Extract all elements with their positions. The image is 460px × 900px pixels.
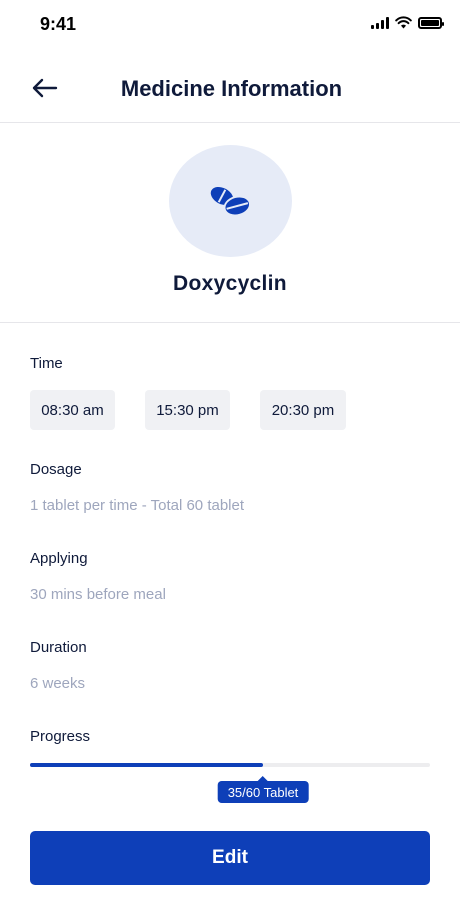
applying-value: 30 mins before meal [30, 586, 166, 603]
dosage-value: 1 tablet per time - Total 60 tablet [30, 497, 245, 514]
time-label: Time [30, 355, 63, 372]
progress-label: Progress [30, 728, 91, 745]
header: Medicine Information [0, 62, 460, 123]
edit-button[interactable]: Edit [30, 831, 430, 885]
duration-label: Duration [30, 639, 87, 656]
status-time: 9:41 [40, 14, 77, 34]
status-bar: 9:41 [0, 0, 460, 50]
time-chip[interactable]: 08:30 am [30, 390, 115, 430]
duration-value: 6 weeks [30, 675, 86, 692]
time-chip[interactable]: 15:30 pm [145, 390, 230, 430]
page-title: Medicine Information [120, 76, 343, 101]
progress-fill [30, 763, 263, 767]
dosage-label: Dosage [30, 461, 82, 478]
medicine-icon-container [169, 145, 292, 257]
pills-icon [210, 186, 251, 217]
medicine-name: Doxycyclin [173, 272, 287, 295]
battery-icon [418, 16, 444, 29]
status-icons [371, 16, 444, 29]
applying-label: Applying [30, 550, 88, 567]
time-chip[interactable]: 20:30 pm [260, 390, 346, 430]
medicine-hero: Doxycyclin [0, 122, 460, 323]
wifi-icon [395, 16, 412, 29]
progress-tooltip: 35/60 Tablet [217, 781, 309, 803]
signal-icon [371, 16, 389, 29]
progress-track [30, 763, 430, 767]
